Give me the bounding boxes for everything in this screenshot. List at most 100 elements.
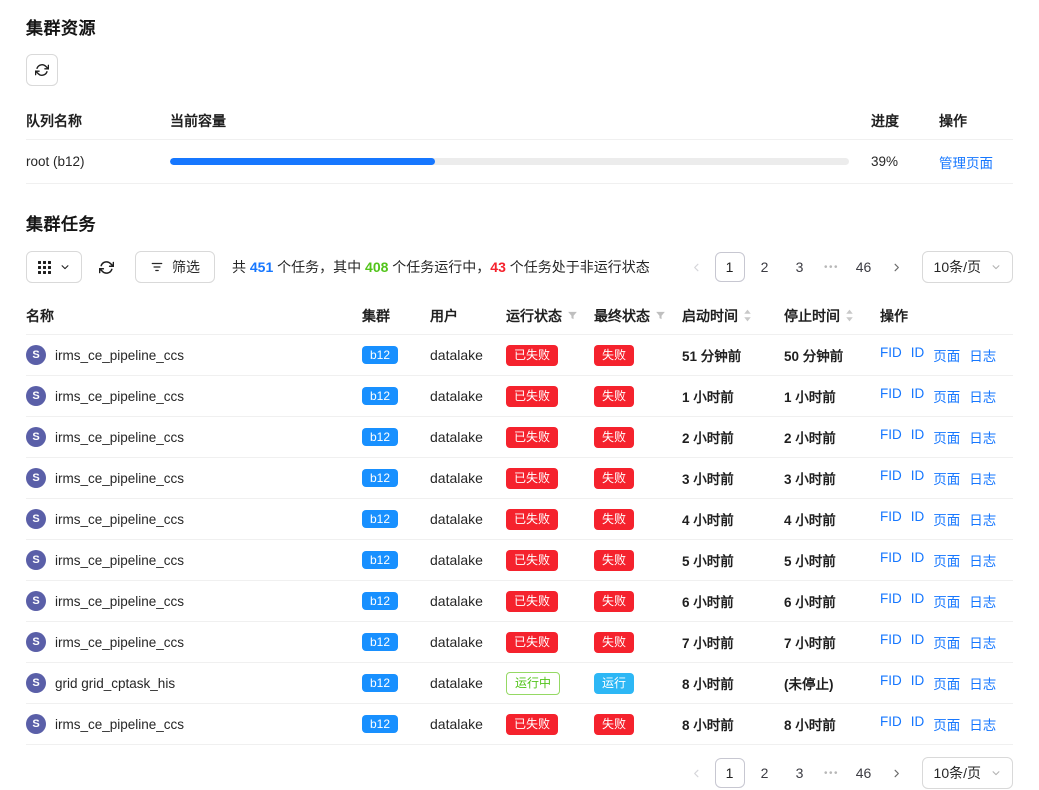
page-link[interactable]: 页面 <box>933 345 960 365</box>
fid-link[interactable]: FID <box>880 386 902 406</box>
log-link[interactable]: 日志 <box>969 591 996 611</box>
id-link[interactable]: ID <box>911 386 925 406</box>
log-link[interactable]: 日志 <box>969 673 996 693</box>
col-header-cluster-label: 集群 <box>362 306 390 326</box>
run-status-badge: 已失败 <box>506 550 558 571</box>
start-time-cell: 1 小时前 <box>682 386 784 406</box>
task-name-cell: S irms_ce_pipeline_ccs <box>26 427 362 447</box>
bottom-pagination-bar: 1 2 3 ••• 46 10条/页 <box>26 757 1013 789</box>
cluster-badge: b12 <box>362 469 398 487</box>
start-time-cell: 7 小时前 <box>682 632 784 652</box>
start-time-cell: 6 小时前 <box>682 591 784 611</box>
id-link[interactable]: ID <box>911 632 925 652</box>
id-link[interactable]: ID <box>911 714 925 734</box>
page-button-3[interactable]: 3 <box>785 252 815 282</box>
table-row: S irms_ce_pipeline_ccs b12 datalake 已失败 … <box>26 622 1013 663</box>
next-page-button[interactable] <box>884 759 910 787</box>
page-link[interactable]: 页面 <box>933 591 960 611</box>
id-link[interactable]: ID <box>911 591 925 611</box>
refresh-resources-button[interactable] <box>26 54 58 86</box>
page-button-1[interactable]: 1 <box>715 758 745 788</box>
log-link[interactable]: 日志 <box>969 345 996 365</box>
id-link[interactable]: ID <box>911 673 925 693</box>
filter-icon[interactable] <box>567 310 578 321</box>
user-cell: datalake <box>430 470 506 486</box>
col-header-run-status: 运行状态 <box>506 306 594 326</box>
log-link[interactable]: 日志 <box>969 468 996 488</box>
filter-button[interactable]: 筛选 <box>135 251 215 283</box>
page-link[interactable]: 页面 <box>933 468 960 488</box>
fid-link[interactable]: FID <box>880 591 902 611</box>
prev-page-button[interactable] <box>684 759 710 787</box>
log-link[interactable]: 日志 <box>969 550 996 570</box>
page-link[interactable]: 页面 <box>933 386 960 406</box>
page-link[interactable]: 页面 <box>933 509 960 529</box>
page-size-select[interactable]: 10条/页 <box>922 251 1013 283</box>
sorter-icon[interactable] <box>845 309 854 322</box>
sorter-icon[interactable] <box>743 309 752 322</box>
fid-link[interactable]: FID <box>880 509 902 529</box>
prev-page-button[interactable] <box>684 253 710 281</box>
page-link[interactable]: 页面 <box>933 427 960 447</box>
log-link[interactable]: 日志 <box>969 632 996 652</box>
fid-link[interactable]: FID <box>880 468 902 488</box>
page: 集群资源 队列名称 当前容量 进度 操作 root (b12) 39% <box>0 0 1039 789</box>
log-link[interactable]: 日志 <box>969 386 996 406</box>
id-link[interactable]: ID <box>911 345 925 365</box>
col-header-stop-time[interactable]: 停止时间 <box>784 306 880 326</box>
next-page-button[interactable] <box>884 253 910 281</box>
cluster-tasks-title: 集群任务 <box>26 210 1013 235</box>
avatar: S <box>26 632 46 652</box>
fid-link[interactable]: FID <box>880 632 902 652</box>
refresh-tasks-button[interactable] <box>99 260 114 275</box>
page-button-3[interactable]: 3 <box>785 758 815 788</box>
page-link[interactable]: 页面 <box>933 632 960 652</box>
tasks-table-header: 名称 集群 用户 运行状态 最终状态 启动时间 停止时间 操作 <box>26 297 1013 335</box>
row-actions: FID ID 页面 日志 <box>880 550 1013 570</box>
page-button-46[interactable]: 46 <box>849 252 879 282</box>
queue-name: root (b12) <box>26 154 148 169</box>
id-link[interactable]: ID <box>911 468 925 488</box>
page-link[interactable]: 页面 <box>933 673 960 693</box>
final-status-badge: 失败 <box>594 468 634 489</box>
row-actions: FID ID 页面 日志 <box>880 345 1013 365</box>
page-ellipsis[interactable]: ••• <box>820 768 844 779</box>
fid-link[interactable]: FID <box>880 714 902 734</box>
task-summary: 共 451 个任务，其中 408 个任务运行中，43 个任务处于非运行状态 <box>232 257 650 277</box>
page-button-2[interactable]: 2 <box>750 252 780 282</box>
manage-page-link[interactable]: 管理页面 <box>939 156 993 171</box>
progress-fill <box>170 158 435 165</box>
page-button-2[interactable]: 2 <box>750 758 780 788</box>
col-header-start-time[interactable]: 启动时间 <box>682 306 784 326</box>
fid-link[interactable]: FID <box>880 427 902 447</box>
column-settings-button[interactable] <box>26 251 82 283</box>
page-link[interactable]: 页面 <box>933 714 960 734</box>
cluster-cell: b12 <box>362 674 430 692</box>
col-header-name: 名称 <box>26 306 362 326</box>
row-actions: FID ID 页面 日志 <box>880 427 1013 447</box>
page-link[interactable]: 页面 <box>933 550 960 570</box>
page-size-select[interactable]: 10条/页 <box>922 757 1013 789</box>
cluster-badge: b12 <box>362 592 398 610</box>
id-link[interactable]: ID <box>911 550 925 570</box>
row-actions: FID ID 页面 日志 <box>880 714 1013 734</box>
id-link[interactable]: ID <box>911 427 925 447</box>
page-button-46[interactable]: 46 <box>849 758 879 788</box>
id-link[interactable]: ID <box>911 509 925 529</box>
stop-time-cell: 3 小时前 <box>784 468 880 488</box>
page-button-1[interactable]: 1 <box>715 252 745 282</box>
cluster-cell: b12 <box>362 387 430 405</box>
final-status-cell: 失败 <box>594 509 682 530</box>
task-name: irms_ce_pipeline_ccs <box>55 471 184 486</box>
cluster-cell: b12 <box>362 633 430 651</box>
page-ellipsis[interactable]: ••• <box>820 262 844 273</box>
table-row: S irms_ce_pipeline_ccs b12 datalake 已失败 … <box>26 499 1013 540</box>
fid-link[interactable]: FID <box>880 345 902 365</box>
fid-link[interactable]: FID <box>880 673 902 693</box>
log-link[interactable]: 日志 <box>969 714 996 734</box>
log-link[interactable]: 日志 <box>969 427 996 447</box>
log-link[interactable]: 日志 <box>969 509 996 529</box>
fid-link[interactable]: FID <box>880 550 902 570</box>
total-count: 451 <box>250 259 273 275</box>
filter-icon[interactable] <box>655 310 666 321</box>
